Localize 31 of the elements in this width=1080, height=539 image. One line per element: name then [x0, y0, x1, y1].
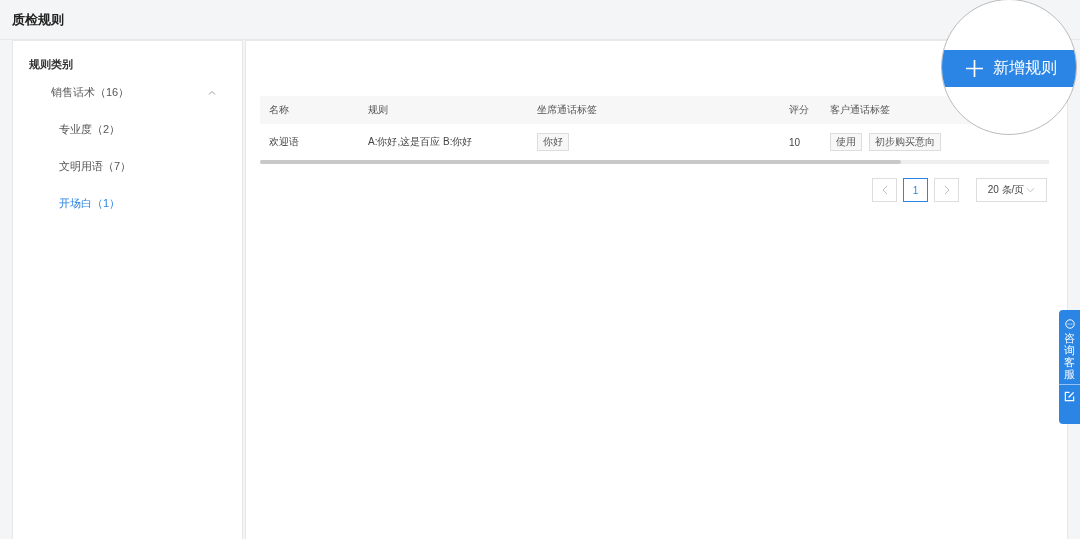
- tree-item[interactable]: 专业度（2）: [13, 122, 242, 136]
- column-header: 规则: [367, 103, 389, 117]
- column-header: 客户通话标签: [829, 103, 891, 117]
- tree-item[interactable]: 开场白（1）: [13, 196, 242, 210]
- tag: 使用: [830, 133, 862, 151]
- page-button[interactable]: 1: [903, 178, 928, 202]
- tag: 你好: [537, 133, 569, 151]
- tree-item[interactable]: 文明用语（7）: [13, 159, 242, 173]
- edit-icon: [1064, 391, 1075, 403]
- column-header: 评分: [788, 103, 810, 117]
- page-size-select[interactable]: 20 条/页: [976, 178, 1047, 202]
- panel-title: 规则类别: [28, 57, 74, 72]
- tree-item[interactable]: 销售话术（16）: [13, 85, 242, 99]
- caret-icon: [208, 89, 216, 95]
- table-cell-text: 欢迎语: [268, 135, 300, 149]
- column-header: 坐席通话标签: [536, 103, 598, 117]
- horizontal-scrollbar[interactable]: [260, 160, 1049, 164]
- page-title: 质检规则: [12, 10, 64, 29]
- previous-page-button[interactable]: [872, 178, 897, 202]
- tag: 初步购买意向: [869, 133, 941, 151]
- add-rule-button[interactable]: 新增规则: [942, 50, 1076, 87]
- column-header: 名称: [268, 103, 290, 117]
- table-cell-text: 10: [788, 136, 802, 148]
- chat-icon: [1064, 319, 1075, 329]
- chevron-right-icon: [943, 185, 950, 195]
- plus-icon: [965, 60, 983, 77]
- chevron-left-icon: [881, 185, 888, 195]
- next-page-button[interactable]: [934, 178, 959, 202]
- customer-service-tab[interactable]: 咨询客服: [1059, 310, 1080, 424]
- caret-icon: [1026, 187, 1036, 193]
- table-cell-text: A:你好,这是百应 B:你好: [367, 135, 474, 149]
